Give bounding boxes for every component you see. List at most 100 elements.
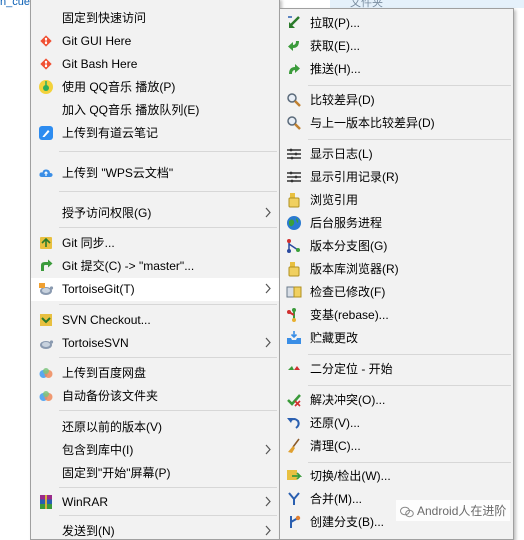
submenu-item-revert[interactable]: 还原(V)... — [280, 412, 513, 435]
menu-item-grant-access[interactable]: 授予访问权限(G) — [31, 202, 279, 225]
menu-item-qqmusic-queue[interactable]: 加入 QQ音乐 播放队列(E) — [31, 99, 279, 122]
submenu-item-diff-previous[interactable]: 与上一版本比较差异(D) — [280, 112, 513, 135]
resolve-icon — [287, 394, 301, 407]
menu-item-pin-start[interactable]: 固定到"开始"屏幕(P) — [31, 462, 279, 485]
submenu-item-switch-checkout[interactable]: 切换/检出(W)... — [280, 465, 513, 488]
tortoisegit-submenu: 拉取(P)... 获取(E)... 推送(H)... 比较差异(D) 与上一版本… — [279, 8, 514, 540]
check-modifications-icon — [286, 286, 302, 298]
menu-item-label: TortoiseGit(T) — [62, 282, 135, 296]
menu-item-tortoisesvn[interactable]: TortoiseSVN — [31, 332, 279, 355]
push-icon — [289, 64, 300, 74]
wps-cloud-icon — [39, 169, 53, 177]
menu-item-wps-cloud[interactable]: 上传到 "WPS云文档" — [31, 162, 279, 185]
menu-item-svn-checkout[interactable]: SVN Checkout... — [31, 309, 279, 332]
menu-item-git-sync[interactable]: Git 同步... — [31, 232, 279, 255]
context-menu: 固定到快速访问 Git GUI Here Git Bash Here 使用 QQ… — [30, 0, 280, 540]
baidu-backup-icon — [39, 391, 53, 401]
menu-item-restore-previous[interactable]: 还原以前的版本(V) — [31, 416, 279, 439]
chevron-right-icon — [265, 525, 271, 536]
stash-icon — [287, 331, 301, 344]
menu-item-git-bash[interactable]: Git Bash Here — [31, 53, 279, 76]
menu-item-label: 切换/检出(W)... — [310, 469, 391, 483]
menu-separator — [59, 357, 277, 358]
submenu-item-cleanup[interactable]: 清理(C)... — [280, 435, 513, 458]
fetch-icon — [288, 41, 299, 51]
submenu-item-check-modifications[interactable]: 检查已修改(F) — [280, 281, 513, 304]
submenu-item-repo-browser[interactable]: 版本库浏览器(R) — [280, 258, 513, 281]
chevron-right-icon — [265, 496, 271, 507]
chevron-right-icon — [265, 283, 271, 294]
menu-item-label: 清理(C)... — [310, 439, 361, 453]
wechat-icon — [400, 506, 414, 518]
background-file-name: n_cue — [0, 0, 30, 8]
menu-separator — [59, 515, 277, 516]
menu-item-winrar[interactable]: WinRAR — [31, 491, 279, 514]
menu-item-qqmusic-play[interactable]: 使用 QQ音乐 播放(P) — [31, 76, 279, 99]
show-log-icon — [287, 148, 301, 160]
submenu-item-diff[interactable]: 比较差异(D) — [280, 89, 513, 112]
svn-checkout-icon — [40, 314, 52, 326]
menu-item-label: 使用 QQ音乐 播放(P) — [62, 80, 176, 94]
submenu-item-pull[interactable]: 拉取(P)... — [280, 12, 513, 35]
tortoisesvn-icon — [40, 340, 54, 349]
menu-item-label: 检查已修改(F) — [310, 285, 386, 299]
menu-item-git-gui[interactable]: Git GUI Here — [31, 30, 279, 53]
menu-item-label: 版本分支图(G) — [310, 239, 388, 253]
menu-item-git-commit[interactable]: Git 提交(C) -> "master"... — [31, 255, 279, 278]
menu-separator — [308, 462, 511, 463]
browse-refs-icon — [288, 193, 300, 208]
menu-item-label: 显示引用记录(R) — [310, 170, 399, 184]
reflog-icon — [287, 171, 301, 183]
menu-item-include-library[interactable]: 包含到库中(I) — [31, 439, 279, 462]
menu-item-label: 上传到 "WPS云文档" — [62, 166, 174, 180]
menu-item-tortoisegit[interactable]: TortoiseGit(T) — [31, 278, 279, 301]
explorer-top-row: 文件夹 — [330, 0, 524, 9]
diff-icon — [287, 93, 301, 107]
menu-item-label: 上传到有道云笔记 — [62, 126, 159, 140]
tortoisegit-icon — [39, 283, 54, 295]
menu-item-label: 包含到库中(I) — [62, 443, 134, 457]
submenu-item-reflog[interactable]: 显示引用记录(R) — [280, 166, 513, 189]
submenu-item-bisect-start[interactable]: 二分定位 - 开始 — [280, 358, 513, 381]
menu-item-label: 后台服务进程 — [310, 216, 383, 230]
watermark-text: Android人在进阶 — [417, 504, 507, 518]
chevron-right-icon — [265, 207, 271, 218]
winrar-icon — [40, 495, 52, 509]
menu-item-baidu-upload[interactable]: 上传到百度网盘 — [31, 362, 279, 385]
revision-graph-icon — [287, 239, 300, 253]
menu-item-youdao-note[interactable]: 上传到有道云笔记 — [31, 122, 279, 145]
menu-item-send-to[interactable]: 发送到(N) — [31, 520, 279, 539]
pull-icon — [288, 16, 300, 28]
revert-icon — [287, 418, 300, 429]
menu-item-label: 上传到百度网盘 — [62, 366, 147, 380]
menu-item-label: 与上一版本比较差异(D) — [310, 116, 435, 130]
chevron-right-icon — [265, 337, 271, 348]
menu-item-baidu-backup[interactable]: 自动备份该文件夹 — [31, 385, 279, 408]
menu-separator — [308, 85, 511, 86]
submenu-item-show-log[interactable]: 显示日志(L) — [280, 143, 513, 166]
submenu-item-fetch[interactable]: 获取(E)... — [280, 35, 513, 58]
menu-item-label: 还原(V)... — [310, 416, 360, 430]
submenu-item-browse-refs[interactable]: 浏览引用 — [280, 189, 513, 212]
menu-separator — [59, 151, 277, 152]
menu-item-label: 拉取(P)... — [310, 16, 360, 30]
submenu-item-daemon[interactable]: 后台服务进程 — [280, 212, 513, 235]
menu-item-label: 还原以前的版本(V) — [62, 420, 162, 434]
menu-item-label: 浏览引用 — [310, 193, 359, 207]
watermark: Android人在进阶 — [396, 500, 511, 521]
submenu-item-stash[interactable]: 贮藏更改 — [280, 327, 513, 350]
daemon-icon — [287, 216, 301, 230]
menu-item-label: Git 同步... — [62, 236, 115, 250]
submenu-item-push[interactable]: 推送(H)... — [280, 58, 513, 81]
menu-separator — [59, 304, 277, 305]
submenu-item-revision-graph[interactable]: 版本分支图(G) — [280, 235, 513, 258]
menu-separator — [59, 487, 277, 488]
submenu-item-resolve[interactable]: 解决冲突(O)... — [280, 389, 513, 412]
menu-item-label: 二分定位 - 开始 — [310, 362, 393, 376]
menu-item-pin-quick-access[interactable]: 固定到快速访问 — [31, 7, 279, 30]
create-branch-icon — [290, 515, 301, 528]
menu-item-label: Git GUI Here — [62, 34, 132, 48]
chevron-right-icon — [265, 444, 271, 455]
submenu-item-rebase[interactable]: 变基(rebase)... — [280, 304, 513, 327]
rebase-icon — [287, 308, 296, 322]
